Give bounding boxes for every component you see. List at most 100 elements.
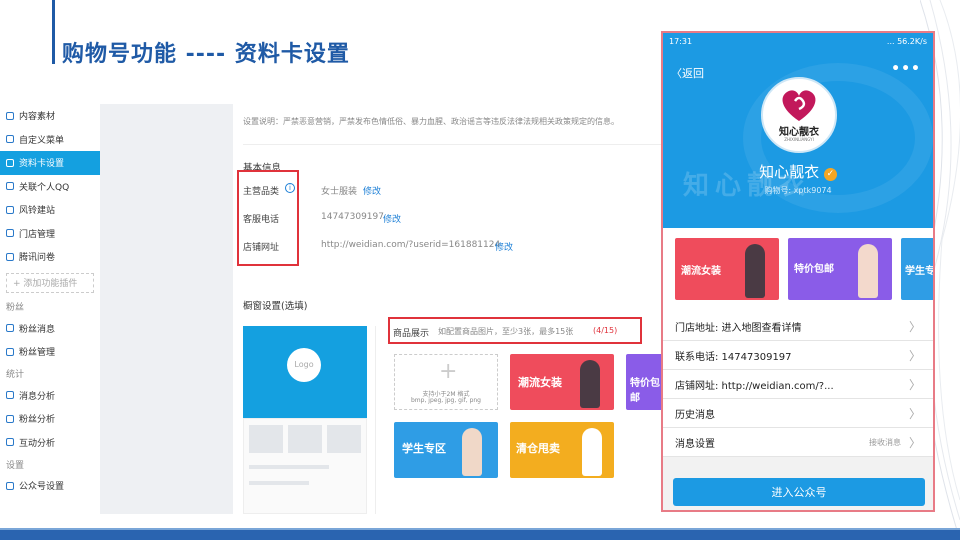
- chevron-right-icon: 〉: [908, 406, 921, 421]
- sidebar-item-fan-analysis[interactable]: 粉丝分析: [0, 407, 100, 431]
- banner-title: 特价包邮: [794, 264, 834, 275]
- title-accent-bar: [52, 0, 55, 64]
- chevron-right-icon: 〉: [908, 348, 921, 363]
- model-figure: [745, 244, 765, 298]
- sidebar-group-stats: 统计: [6, 370, 25, 380]
- banner-thumb[interactable]: 特价包邮: [626, 354, 666, 410]
- store-icon: [6, 229, 14, 238]
- menu-icon: [6, 135, 14, 144]
- plus-icon: +: [439, 359, 458, 384]
- profile-card-settings-panel: 设置说明：严禁恶意营销，严禁发布色情低俗、暴力血腥、政治谣言等违反法律法规相关政…: [233, 104, 673, 514]
- phone-banner[interactable]: 特价包邮: [788, 238, 892, 300]
- field-value-url: http://weidian.com/?userid=161881124: [321, 240, 501, 250]
- back-button[interactable]: 〈返回: [671, 65, 704, 81]
- chevron-right-icon: 〉: [908, 377, 921, 392]
- sidebar-item-custom-menu[interactable]: 自定义菜单: [0, 128, 100, 152]
- slide-title: 购物号功能 ---- 资料卡设置: [62, 42, 350, 67]
- preview-logo: Logo: [287, 348, 321, 382]
- sidebar-item-message-analysis[interactable]: 消息分析: [0, 384, 100, 408]
- phone-banner-strip: 潮流女装 特价包邮 学生专: [663, 228, 933, 306]
- fans-analysis-icon: [6, 414, 14, 423]
- fans-icon: [6, 347, 14, 356]
- preview-header: Logo: [243, 326, 367, 418]
- edit-url-link[interactable]: 修改: [495, 240, 513, 253]
- content-gutter: [100, 104, 233, 514]
- analysis-icon: [6, 391, 14, 400]
- image-placeholder: [327, 425, 361, 453]
- banner-thumb[interactable]: 学生专区: [394, 422, 498, 478]
- logo-subtext: ZHIXINLIANGYI: [784, 137, 814, 142]
- interaction-icon: [6, 438, 14, 447]
- content-icon: [6, 111, 14, 120]
- sidebar-item-fan-management[interactable]: 粉丝管理: [0, 340, 100, 364]
- image-placeholder: [249, 425, 283, 453]
- footer-bar: [0, 530, 960, 540]
- text-placeholder: [249, 465, 329, 469]
- status-net: ... 56.2K/s: [886, 37, 927, 46]
- logo-text: 知心靓衣: [779, 127, 819, 138]
- shop-id: 购物号: xptk9074: [764, 186, 832, 195]
- sidebar-item-content[interactable]: 内容素材: [0, 104, 100, 128]
- text-placeholder: [249, 481, 309, 485]
- verified-badge-icon: ✓: [823, 168, 837, 181]
- shop-logo: 知心靓衣 ZHIXINLIANGYI: [761, 77, 837, 153]
- window-settings-title: 橱窗设置(选填): [243, 301, 308, 312]
- row-contact-phone[interactable]: 联系电话: 14747309197 〉: [663, 341, 933, 370]
- profile-card-icon: [6, 158, 14, 167]
- model-figure: [580, 360, 600, 408]
- phone-banner[interactable]: 学生专: [901, 238, 933, 300]
- sidebar-group-settings: 设置: [6, 460, 25, 471]
- edit-category-link[interactable]: 修改: [363, 184, 381, 197]
- add-plugin-button[interactable]: + 添加功能插件: [6, 272, 94, 293]
- sidebar-item-site-builder[interactable]: 风铃建站: [0, 198, 100, 222]
- divider: [243, 144, 668, 145]
- model-figure: [858, 244, 878, 298]
- settings-notice: 设置说明：严禁恶意营销，严禁发布色情低俗、暴力血腥、政治谣言等违反法律法规相关政…: [243, 117, 619, 126]
- admin-sidebar: 内容素材 自定义菜单 资料卡设置 关联个人QQ 风铃建站 门店管理 腾讯问卷 +…: [0, 104, 100, 514]
- status-bar: 17:31 ... 56.2K/s: [669, 37, 927, 46]
- phone-banner[interactable]: 潮流女装: [675, 238, 779, 300]
- chevron-right-icon: 〉: [908, 319, 921, 334]
- model-figure: [582, 428, 602, 476]
- sidebar-item-survey[interactable]: 腾讯问卷: [0, 245, 100, 269]
- sidebar-item-fan-messages[interactable]: 粉丝消息: [0, 317, 100, 341]
- image-placeholder: [288, 425, 322, 453]
- phone-preview: 17:31 ... 56.2K/s 〈返回 ••• 知心靓衣 知心靓衣 ZHIX…: [661, 31, 935, 512]
- status-time: 17:31: [669, 37, 693, 46]
- banner-title: 清仓甩卖: [516, 442, 560, 455]
- highlight-basic-fields: [237, 170, 299, 266]
- banner-title: 潮流女装: [681, 266, 721, 277]
- model-figure: [462, 428, 482, 476]
- field-value-category: 女士服装: [321, 187, 358, 197]
- heart-logo-icon: [782, 90, 816, 121]
- highlight-showcase: [388, 317, 642, 344]
- phone-header: 17:31 ... 56.2K/s 〈返回 ••• 知心靓衣 知心靓衣 ZHIX…: [663, 33, 933, 228]
- upload-image-slot[interactable]: + 支持小于2M 格式 bmp, jpeg, jpg, gif, png: [394, 354, 498, 410]
- chevron-right-icon: 〉: [908, 435, 921, 450]
- sidebar-item-profile-card[interactable]: 资料卡设置: [0, 151, 100, 175]
- site-icon: [6, 205, 14, 214]
- row-shop-url[interactable]: 店铺网址: http://weidian.com/?... 〉: [663, 370, 933, 399]
- banner-title: 学生专区: [402, 442, 446, 455]
- sidebar-item-link-qq[interactable]: 关联个人QQ: [0, 175, 100, 199]
- settings-icon: [6, 481, 14, 490]
- shop-name: 知心靓衣 ✓: [663, 161, 933, 182]
- more-icon[interactable]: •••: [891, 61, 921, 77]
- sidebar-group-fans: 粉丝: [6, 303, 25, 313]
- banner-thumb[interactable]: 清仓甩卖: [510, 422, 614, 478]
- sidebar-item-stores[interactable]: 门店管理: [0, 222, 100, 246]
- row-store-address[interactable]: 门店地址: 进入地图查看详情〉: [663, 312, 933, 341]
- preview-body: [243, 418, 367, 514]
- banner-thumb[interactable]: 潮流女装: [510, 354, 614, 410]
- row-history-messages[interactable]: 历史消息〉: [663, 399, 933, 428]
- edit-phone-link[interactable]: 修改: [383, 212, 401, 225]
- survey-icon: [6, 252, 14, 261]
- divider: [375, 326, 376, 514]
- sidebar-item-interaction-analysis[interactable]: 互动分析: [0, 431, 100, 455]
- chevron-left-icon: 〈: [671, 67, 682, 80]
- banner-title: 潮流女装: [518, 376, 562, 389]
- enter-account-button[interactable]: 进入公众号: [673, 478, 925, 506]
- message-setting-value: 接收消息: [869, 437, 901, 447]
- sidebar-item-account-settings[interactable]: 公众号设置: [0, 474, 100, 498]
- row-message-settings[interactable]: 消息设置 接收消息〉: [663, 428, 933, 457]
